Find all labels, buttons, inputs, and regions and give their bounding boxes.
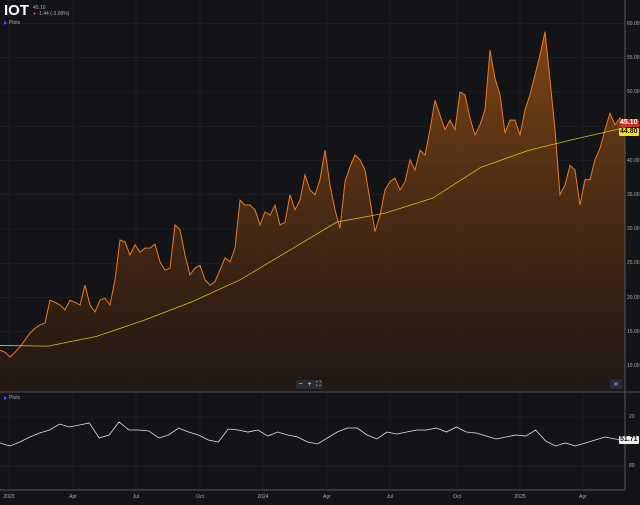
zoom-in-button[interactable]: + xyxy=(305,380,314,389)
time-tick-label: Apr xyxy=(579,494,587,500)
price-tick-label: 15.00 xyxy=(627,328,640,335)
price-tick-label: 35.00 xyxy=(627,191,640,198)
ma-value-tag: 44.80 xyxy=(619,128,639,136)
zoom-out-button[interactable]: − xyxy=(296,380,305,389)
triangle-icon xyxy=(4,396,7,400)
plots-toggle-main[interactable]: Plots xyxy=(4,20,20,26)
rsi-tick-label: 20 xyxy=(629,414,635,420)
last-price-tag: 45.10 xyxy=(619,119,639,127)
time-tick-label: 2025 xyxy=(514,494,526,500)
price-tick-label: 40.00 xyxy=(627,157,640,164)
time-tick-label: Jul xyxy=(132,494,140,500)
header: IOT 45.10 ● -1.44 (-3.09%) xyxy=(4,2,69,20)
time-tick-label: Apr xyxy=(323,494,331,500)
time-tick-label: Oct xyxy=(196,494,204,500)
rsi-value-tag: 51.71 xyxy=(619,436,639,444)
scroll-forward-button[interactable]: » xyxy=(610,379,622,389)
rsi-tick-label: 80 xyxy=(629,463,635,470)
price-tick-label: 55.00 xyxy=(627,54,640,61)
time-tick-label: Apr xyxy=(69,494,77,500)
symbol: IOT xyxy=(4,2,29,19)
rsi-line xyxy=(0,421,626,447)
price-area xyxy=(0,31,625,392)
chart-canvas[interactable] xyxy=(0,0,640,505)
zoom-controls: − + ⛶ xyxy=(296,380,323,389)
price-tick-label: 10.00 xyxy=(627,363,640,369)
down-dot-icon: ● xyxy=(33,11,37,17)
time-tick-label: Jul xyxy=(386,494,394,500)
price-tick-label: 20.00 xyxy=(627,294,640,301)
time-tick-label: Oct xyxy=(453,494,461,500)
time-tick-label: 2024 xyxy=(257,494,269,500)
triangle-icon xyxy=(4,21,7,25)
reset-zoom-button[interactable]: ⛶ xyxy=(314,380,323,389)
time-tick-label: 2023 xyxy=(3,494,15,500)
price-change: -1.44 (-3.09%) xyxy=(37,11,70,17)
price-tick-label: 60.00 xyxy=(627,20,640,27)
price-tick-label: 30.00 xyxy=(627,226,640,232)
price-tick-label: 25.00 xyxy=(627,260,640,267)
price-tick-label: 50.00 xyxy=(627,89,640,95)
plots-toggle-lower[interactable]: Plots xyxy=(4,395,20,401)
